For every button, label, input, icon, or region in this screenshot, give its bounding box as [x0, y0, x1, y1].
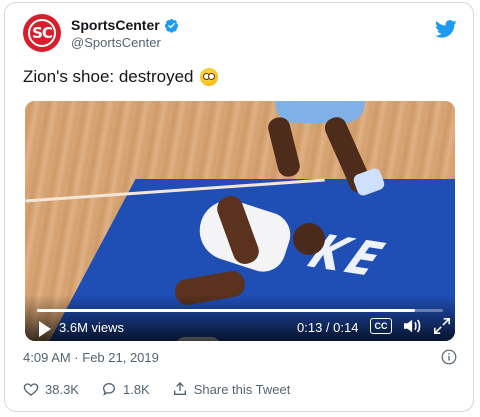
tweet-text-content: Zion's shoe: destroyed	[23, 67, 194, 86]
twitter-bird-icon[interactable]	[435, 18, 457, 40]
reply-button[interactable]: 1.8K	[101, 381, 150, 397]
reply-count: 1.8K	[122, 381, 150, 397]
reply-bubble-icon	[102, 382, 115, 396]
fallen-player	[173, 175, 325, 341]
play-icon[interactable]	[39, 321, 51, 337]
tweet-card[interactable]: SC SportsCenter @SportsCenter Zion's sho…	[4, 2, 474, 412]
like-button[interactable]: 38.3K	[23, 381, 79, 397]
tweet-meta: 4:09 AM · Feb 21, 2019	[23, 349, 457, 369]
heart-icon	[23, 383, 39, 396]
tweet-actions: 38.3K 1.8K Share this Tweet	[23, 381, 312, 397]
tweet-timestamp[interactable]: 4:09 AM · Feb 21, 2019	[23, 350, 159, 365]
share-label: Share this Tweet	[193, 381, 291, 397]
like-count: 38.3K	[45, 381, 79, 397]
video-timecode: 0:13 / 0:14	[297, 320, 359, 335]
account-names: SportsCenter @SportsCenter	[71, 17, 179, 50]
player-head	[293, 223, 325, 255]
player-leg	[266, 115, 302, 179]
view-count: 3.6M views	[59, 320, 125, 335]
volume-icon[interactable]	[402, 317, 424, 335]
video-controls: 3.6M views 0:13 / 0:14 CC	[25, 295, 455, 341]
fullscreen-icon[interactable]	[433, 317, 451, 335]
share-button[interactable]: Share this Tweet	[172, 381, 291, 397]
info-icon[interactable]	[441, 349, 457, 365]
tweet-text: Zion's shoe: destroyed	[23, 67, 218, 87]
flushed-face-emoji-icon	[199, 68, 218, 86]
tweet-header: SC SportsCenter @SportsCenter	[23, 14, 459, 54]
sportscenter-logo: SC	[28, 19, 56, 47]
avatar[interactable]: SC	[23, 14, 61, 52]
display-name[interactable]: SportsCenter	[71, 17, 160, 33]
video-progress-fill	[37, 309, 415, 312]
display-name-row: SportsCenter	[71, 17, 179, 33]
share-icon	[173, 382, 186, 395]
closed-captions-icon[interactable]: CC	[370, 318, 392, 334]
account-handle[interactable]: @SportsCenter	[71, 35, 179, 50]
video-player[interactable]: KE 3.6M views 0:13 / 0:14 CC	[25, 101, 455, 341]
verified-badge-icon	[164, 18, 178, 33]
video-progress-bar[interactable]	[37, 309, 443, 312]
player-shorts	[275, 101, 365, 123]
